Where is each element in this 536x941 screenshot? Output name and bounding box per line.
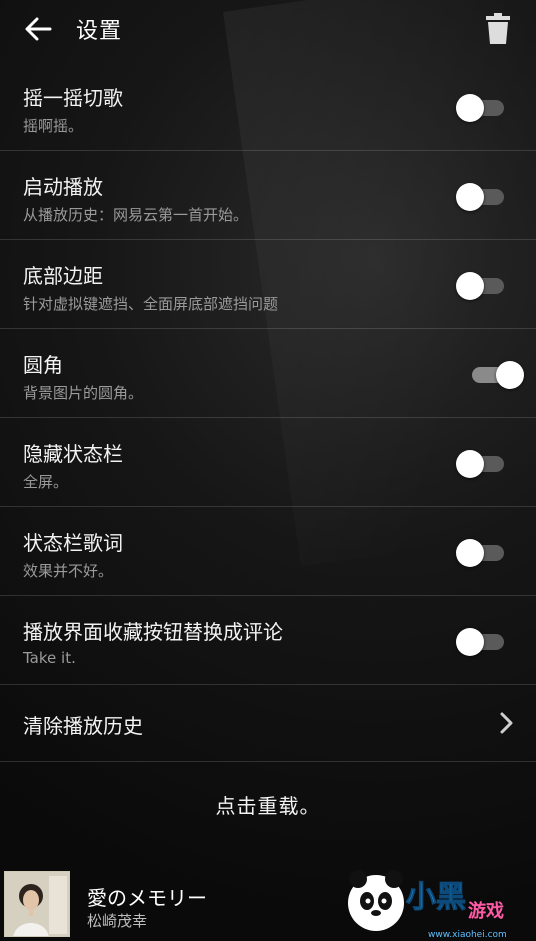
setting-description: 背景图片的圆角。 (23, 384, 144, 402)
album-cover-art (5, 872, 69, 936)
settings-screen: 设置 摇一摇切歌 摇啊摇。 启动播放 从播放历史：网易云第一首开始。 底部边距 … (0, 0, 536, 941)
toggle-switch[interactable] (456, 450, 506, 478)
back-button[interactable] (20, 11, 56, 47)
settings-list: 摇一摇切歌 摇啊摇。 启动播放 从播放历史：网易云第一首开始。 底部边距 针对虚… (0, 62, 536, 762)
setting-label: 播放界面收藏按钮替换成评论 (23, 620, 283, 644)
song-artist: 松崎茂幸 (87, 912, 148, 930)
setting-autoplay[interactable]: 启动播放 从播放历史：网易云第一首开始。 (0, 151, 536, 240)
toggle-thumb (456, 94, 484, 122)
setting-description: Take it. (23, 649, 76, 667)
now-playing-bar[interactable]: 愛のメモリー 松崎茂幸 小黑 游戏 www.xiaohei.com (0, 865, 536, 941)
toggle-switch[interactable] (456, 628, 506, 656)
setting-description: 全屏。 (23, 473, 69, 491)
setting-description: 针对虚拟键遮挡、全面屏底部遮挡问题 (23, 295, 279, 313)
toggle-switch[interactable] (456, 183, 506, 211)
svg-text:游戏: 游戏 (468, 900, 504, 922)
trash-icon (486, 13, 510, 44)
toggle-switch[interactable] (456, 539, 506, 567)
toggle-thumb (456, 272, 484, 300)
album-cover[interactable] (4, 871, 70, 937)
setting-bottom-margin[interactable]: 底部边距 针对虚拟键遮挡、全面屏底部遮挡问题 (0, 240, 536, 329)
setting-shake-switch-song[interactable]: 摇一摇切歌 摇啊摇。 (0, 62, 536, 151)
chevron-right-icon (500, 712, 513, 734)
toggle-thumb (496, 361, 524, 389)
setting-label: 隐藏状态栏 (23, 442, 123, 466)
arrow-left-icon (25, 17, 52, 41)
clear-history-item[interactable]: 清除播放历史 (0, 685, 536, 762)
app-bar: 设置 (0, 0, 536, 58)
setting-favorite-to-comment[interactable]: 播放界面收藏按钮替换成评论 Take it. (0, 596, 536, 685)
setting-label: 启动播放 (23, 175, 103, 199)
toggle-thumb (456, 539, 484, 567)
toggle-thumb (456, 450, 484, 478)
setting-label: 底部边距 (23, 264, 103, 288)
toggle-switch[interactable] (456, 272, 506, 300)
delete-button[interactable] (484, 12, 512, 46)
clear-history-label: 清除播放历史 (23, 714, 143, 738)
setting-label: 状态栏歌词 (23, 531, 123, 555)
xiaohei-watermark-logo: 小黑 游戏 www.xiaohei.com (348, 870, 507, 940)
setting-description: 摇啊摇。 (23, 117, 84, 135)
setting-description: 效果并不好。 (23, 562, 114, 580)
song-title: 愛のメモリー (87, 886, 207, 910)
svg-text:www.xiaohei.com: www.xiaohei.com (428, 930, 507, 940)
toggle-switch[interactable] (466, 361, 524, 389)
setting-label: 圆角 (23, 353, 63, 377)
setting-status-bar-lyrics[interactable]: 状态栏歌词 效果并不好。 (0, 507, 536, 596)
reload-button[interactable]: 点击重载。 (0, 790, 536, 819)
toggle-thumb (456, 183, 484, 211)
setting-hide-status-bar[interactable]: 隐藏状态栏 全屏。 (0, 418, 536, 507)
setting-label: 摇一摇切歌 (23, 86, 123, 110)
svg-text:小黑: 小黑 (406, 880, 466, 915)
setting-rounded-corners[interactable]: 圆角 背景图片的圆角。 (0, 329, 536, 418)
toggle-thumb (456, 628, 484, 656)
toggle-switch[interactable] (456, 94, 506, 122)
page-title: 设置 (76, 19, 123, 44)
setting-description: 从播放历史：网易云第一首开始。 (23, 206, 249, 224)
